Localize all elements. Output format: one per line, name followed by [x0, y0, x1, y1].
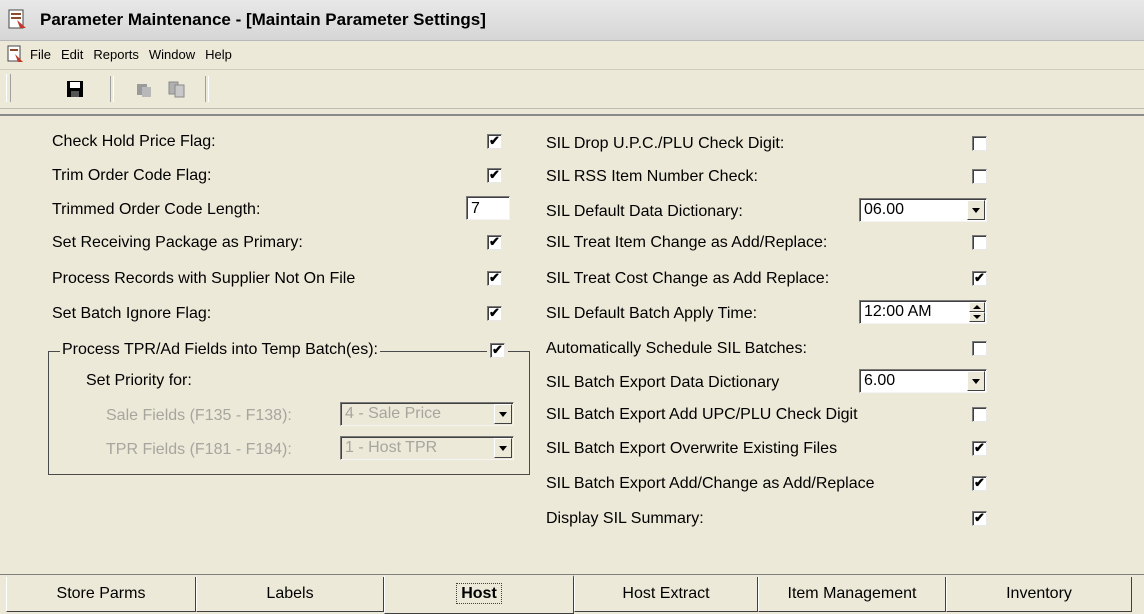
tab-item-management[interactable]: Item Management [758, 577, 946, 612]
check-mark-icon: ✔ [489, 133, 500, 148]
receiving-package-label: Set Receiving Package as Primary: [52, 234, 303, 251]
sil-cost-change-checkbox[interactable]: ✔ [972, 270, 987, 286]
export-dictionary-dropdown[interactable]: 6.00 [859, 369, 987, 393]
menu-bar: File Edit Reports Window Help [0, 41, 1144, 70]
toolbar-separator [110, 76, 114, 102]
sil-drop-upc-label: SIL Drop U.P.C./PLU Check Digit: [546, 135, 785, 152]
set-priority-label: Set Priority for: [86, 372, 192, 389]
tab-item-management-label: Item Management [787, 585, 917, 602]
check-hold-price-checkbox[interactable]: ✔ [487, 133, 502, 149]
tab-host-extract[interactable]: Host Extract [574, 577, 758, 612]
process-supplier-checkbox[interactable]: ✔ [487, 270, 502, 286]
tab-host[interactable]: Host [384, 575, 574, 614]
chevron-down-icon[interactable] [967, 371, 985, 391]
sil-apply-time-spinner[interactable]: 12:00 AM [859, 300, 987, 324]
tpr-ad-group-label: Process TPR/Ad Fields into Temp Batch(es… [60, 341, 380, 359]
check-mark-icon: ✔ [489, 270, 500, 285]
toolbar-separator [205, 76, 209, 102]
title-bar: Parameter Maintenance - [Maintain Parame… [0, 0, 1144, 41]
tab-store-parms[interactable]: Store Parms [6, 577, 196, 612]
check-mark-icon: ✔ [489, 234, 500, 249]
toolbar [0, 70, 1144, 109]
menu-edit[interactable]: Edit [61, 47, 83, 62]
document-icon[interactable] [6, 45, 24, 63]
export-addchange-label: SIL Batch Export Add/Change as Add/Repla… [546, 475, 875, 492]
trim-order-code-label: Trim Order Code Flag: [52, 167, 212, 184]
tab-labels-label: Labels [266, 585, 314, 602]
sil-drop-upc-checkbox[interactable] [972, 136, 987, 151]
sil-apply-time-label: SIL Default Batch Apply Time: [546, 305, 758, 322]
trimmed-order-code-length-label: Trimmed Order Code Length: [52, 201, 261, 218]
check-mark-icon: ✔ [974, 475, 985, 490]
tab-inventory-label: Inventory [1006, 585, 1072, 602]
menu-reports[interactable]: Reports [93, 47, 139, 62]
sil-item-change-checkbox[interactable] [972, 235, 987, 250]
menu-help[interactable]: Help [205, 47, 232, 62]
display-summary-checkbox[interactable]: ✔ [972, 510, 987, 526]
chevron-down-icon[interactable] [967, 200, 985, 220]
spin-down-icon[interactable] [969, 312, 985, 322]
sale-fields-dropdown[interactable]: 4 - Sale Price [340, 402, 514, 426]
tab-host-label: Host [456, 583, 502, 604]
check-mark-icon: ✔ [974, 440, 985, 455]
sil-apply-time-value: 12:00 AM [864, 303, 932, 320]
menu-window[interactable]: Window [149, 47, 195, 62]
sil-item-change-label: SIL Treat Item Change as Add/Replace: [546, 234, 828, 251]
window-title: Parameter Maintenance - [Maintain Parame… [40, 10, 486, 29]
sil-rss-check-label: SIL RSS Item Number Check: [546, 168, 758, 185]
tpr-ad-checkbox[interactable]: ✔ [487, 340, 508, 361]
process-supplier-label: Process Records with Supplier Not On Fil… [52, 270, 356, 287]
tpr-fields-dropdown[interactable]: 1 - Host TPR [340, 436, 514, 460]
sil-data-dictionary-value: 06.00 [864, 201, 905, 218]
trimmed-order-code-length-input[interactable]: 7 [466, 196, 510, 220]
export-dictionary-value: 6.00 [864, 372, 896, 389]
chevron-down-icon[interactable] [494, 438, 512, 458]
tab-inventory[interactable]: Inventory [946, 577, 1132, 612]
tpr-fields-value: 1 - Host TPR [345, 439, 438, 456]
export-upc-label: SIL Batch Export Add UPC/PLU Check Digit [546, 406, 858, 423]
save-icon[interactable] [64, 78, 86, 100]
export-overwrite-checkbox[interactable]: ✔ [972, 440, 987, 456]
sale-fields-label: Sale Fields (F135 - F138): [106, 407, 292, 424]
sale-fields-value: 4 - Sale Price [345, 405, 442, 422]
tab-strip: Store Parms Labels Host Host Extract Ite… [0, 574, 1144, 614]
paste-icon[interactable] [134, 78, 156, 100]
auto-schedule-label: Automatically Schedule SIL Batches: [546, 340, 807, 357]
batch-ignore-label: Set Batch Ignore Flag: [52, 305, 212, 322]
export-upc-checkbox[interactable] [972, 407, 987, 422]
sil-data-dictionary-dropdown[interactable]: 06.00 [859, 198, 987, 222]
copy-icon[interactable] [166, 78, 188, 100]
check-mark-icon: ✔ [489, 305, 500, 320]
tpr-fields-label: TPR Fields (F181 - F184): [106, 441, 292, 458]
chevron-down-icon[interactable] [494, 404, 512, 424]
check-hold-price-label: Check Hold Price Flag: [52, 133, 216, 150]
check-mark-icon: ✔ [492, 342, 503, 357]
check-mark-icon: ✔ [974, 510, 985, 525]
check-mark-icon: ✔ [489, 167, 500, 182]
auto-schedule-checkbox[interactable] [972, 341, 987, 356]
batch-ignore-checkbox[interactable]: ✔ [487, 305, 502, 321]
sil-rss-check-checkbox[interactable] [972, 169, 987, 184]
sil-data-dictionary-label: SIL Default Data Dictionary: [546, 203, 743, 220]
export-dictionary-label: SIL Batch Export Data Dictionary [546, 374, 780, 391]
menu-file[interactable]: File [30, 47, 51, 62]
app-icon [8, 9, 26, 29]
check-mark-icon: ✔ [974, 270, 985, 285]
tab-store-parms-label: Store Parms [56, 585, 146, 602]
tab-host-extract-label: Host Extract [622, 585, 710, 602]
receiving-package-checkbox[interactable]: ✔ [487, 234, 502, 250]
display-summary-label: Display SIL Summary: [546, 510, 704, 527]
spin-up-icon[interactable] [969, 302, 985, 312]
export-addchange-checkbox[interactable]: ✔ [972, 475, 987, 491]
tab-labels[interactable]: Labels [196, 577, 384, 612]
trim-order-code-checkbox[interactable]: ✔ [487, 167, 502, 183]
export-overwrite-label: SIL Batch Export Overwrite Existing File… [546, 440, 838, 457]
sil-cost-change-label: SIL Treat Cost Change as Add Replace: [546, 270, 830, 287]
toolbar-grip[interactable] [6, 74, 11, 102]
